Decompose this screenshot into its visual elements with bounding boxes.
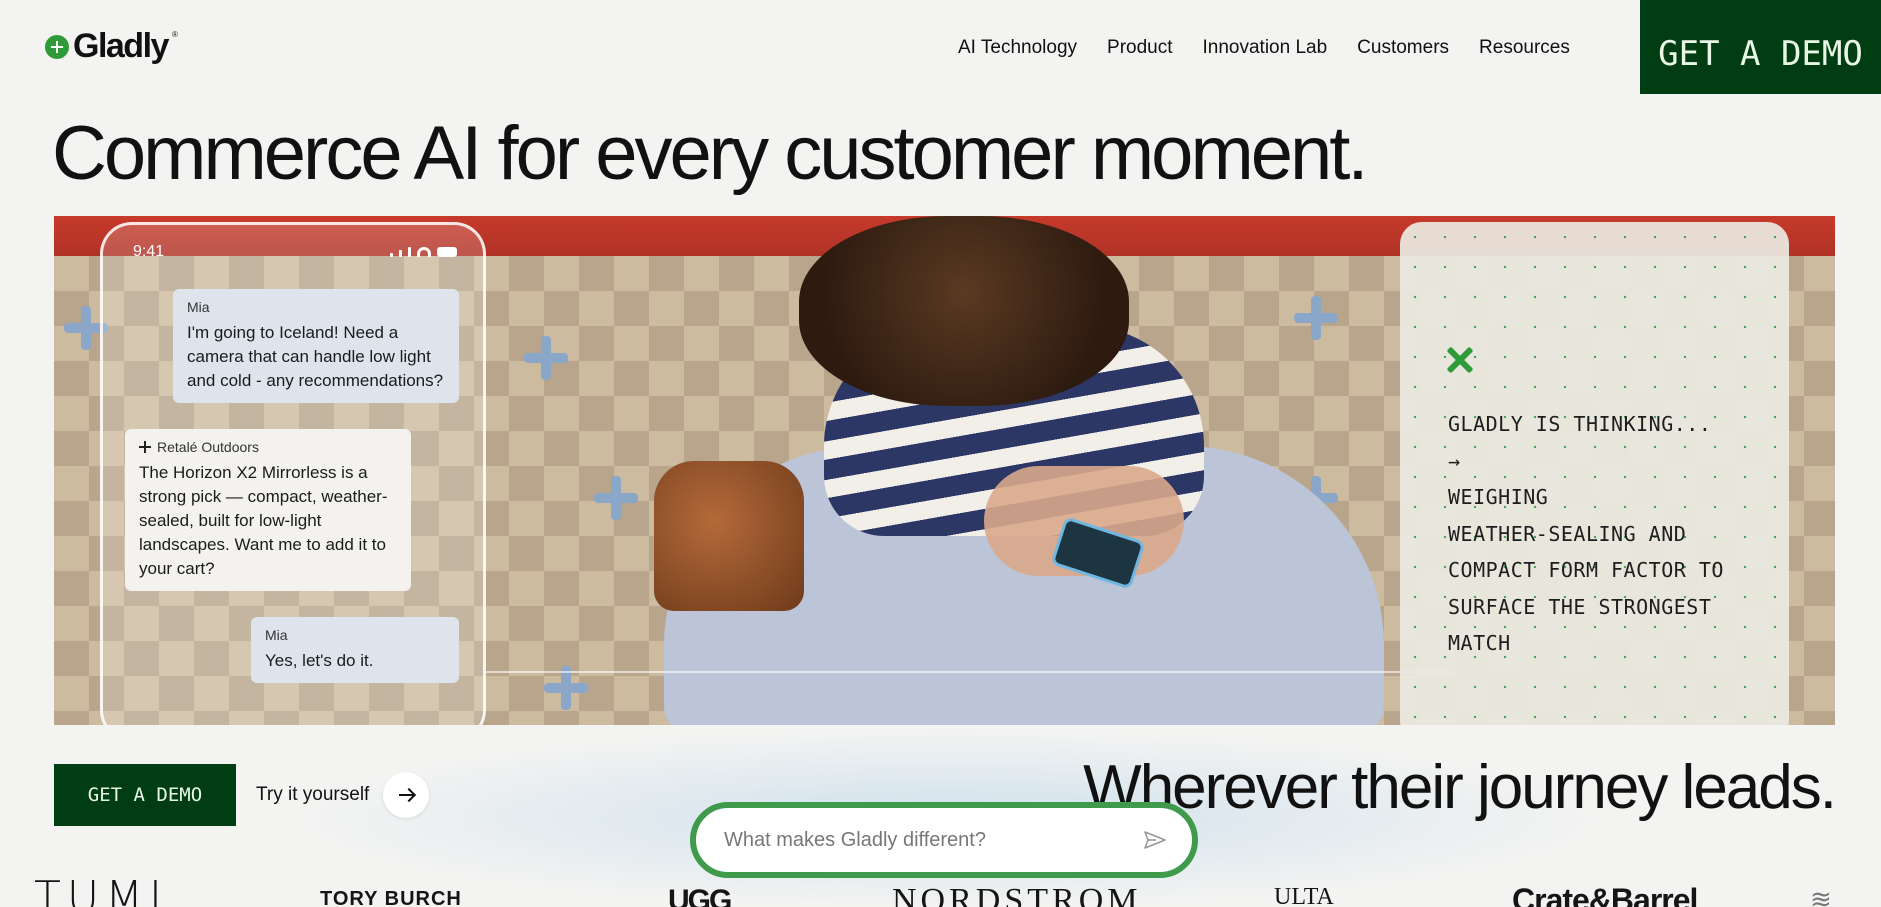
chat-message-user: Mia I'm going to Iceland! Need a camera …	[173, 289, 459, 403]
battery-icon	[437, 247, 457, 257]
ai-thinking-panel: GLADLY IS THINKING... → WEIGHING WEATHER…	[1400, 222, 1789, 725]
nav-resources[interactable]: Resources	[1479, 37, 1570, 59]
message-author: Mia	[187, 299, 210, 315]
logo-ulta: ULTA	[1274, 884, 1334, 907]
phone-chat-mockup: 9:41 Mia I'm going to Iceland! Need a ca…	[100, 222, 486, 725]
nav-customers[interactable]: Customers	[1357, 37, 1449, 59]
logo-partial: ≋	[1810, 884, 1832, 907]
page-headline: Commerce AI for every customer moment.	[52, 111, 1369, 196]
try-label: Try it yourself	[256, 784, 370, 805]
gladly-logo[interactable]: Gladly ®	[45, 27, 178, 66]
signal-icon	[399, 250, 402, 257]
section-tagline: Wherever their journey leads.	[1083, 753, 1837, 822]
logo-text: Gladly	[73, 27, 169, 65]
main-nav: AI Technology Product Innovation Lab Cus…	[958, 37, 1570, 59]
signal-icon	[390, 253, 393, 257]
chat-message-brand: Retalé Outdoors The Horizon X2 Mirrorles…	[125, 429, 411, 591]
logo-crate-and-barrel: Crate&Barrel	[1512, 882, 1698, 907]
signal-icon	[408, 247, 411, 257]
thinking-text: GLADLY IS THINKING... → WEIGHING WEATHER…	[1448, 412, 1724, 655]
message-author: Mia	[265, 627, 288, 643]
try-it-yourself-link[interactable]: Try it yourself	[256, 772, 430, 818]
logo-trademark: ®	[171, 30, 178, 39]
ask-input[interactable]	[724, 828, 1124, 852]
message-author-name: Retalé Outdoors	[157, 439, 259, 455]
header-get-demo-button[interactable]: GET A DEMO	[1640, 0, 1881, 94]
logo-ugg: UGG	[668, 884, 732, 907]
logo-nordstrom: NORDSTROM	[892, 882, 1142, 907]
gladly-x-icon	[1446, 346, 1474, 374]
arrow-right-icon	[399, 788, 414, 802]
customer-logos: TUMI TORY BURCH UGG NORDSTROM ULTA Crate…	[0, 872, 1881, 907]
message-text: I'm going to Iceland! Need a camera that…	[187, 323, 444, 390]
phone-status-bar	[390, 247, 457, 257]
nav-innovation-lab[interactable]: Innovation Lab	[1203, 37, 1328, 59]
wifi-icon	[417, 247, 431, 257]
message-text: The Horizon X2 Mirrorless is a strong pi…	[139, 463, 388, 578]
person-hair	[799, 216, 1129, 406]
nav-product[interactable]: Product	[1107, 37, 1172, 59]
get-demo-button[interactable]: GET A DEMO	[54, 764, 236, 826]
logo-tory-burch: TORY BURCH	[320, 888, 462, 907]
message-author: Retalé Outdoors	[139, 439, 397, 455]
logo-tumi: TUMI	[34, 872, 169, 907]
chat-message-user: Mia Yes, let's do it.	[251, 617, 459, 683]
tile-pattern	[524, 336, 568, 380]
leather-bag	[654, 461, 804, 611]
hero-image: 9:41 Mia I'm going to Iceland! Need a ca…	[54, 216, 1835, 725]
plus-circle-icon	[45, 34, 69, 59]
divider-line	[484, 671, 1454, 673]
tile-pattern	[594, 476, 638, 520]
message-text: Yes, let's do it.	[265, 651, 374, 670]
nav-ai-technology[interactable]: AI Technology	[958, 37, 1077, 59]
sparkle-icon	[139, 441, 151, 453]
phone-time: 9:41	[133, 243, 165, 260]
try-arrow-button[interactable]	[383, 772, 430, 818]
tile-pattern	[1294, 296, 1338, 340]
ask-gladly-box	[690, 802, 1198, 878]
send-icon[interactable]	[1144, 831, 1166, 849]
